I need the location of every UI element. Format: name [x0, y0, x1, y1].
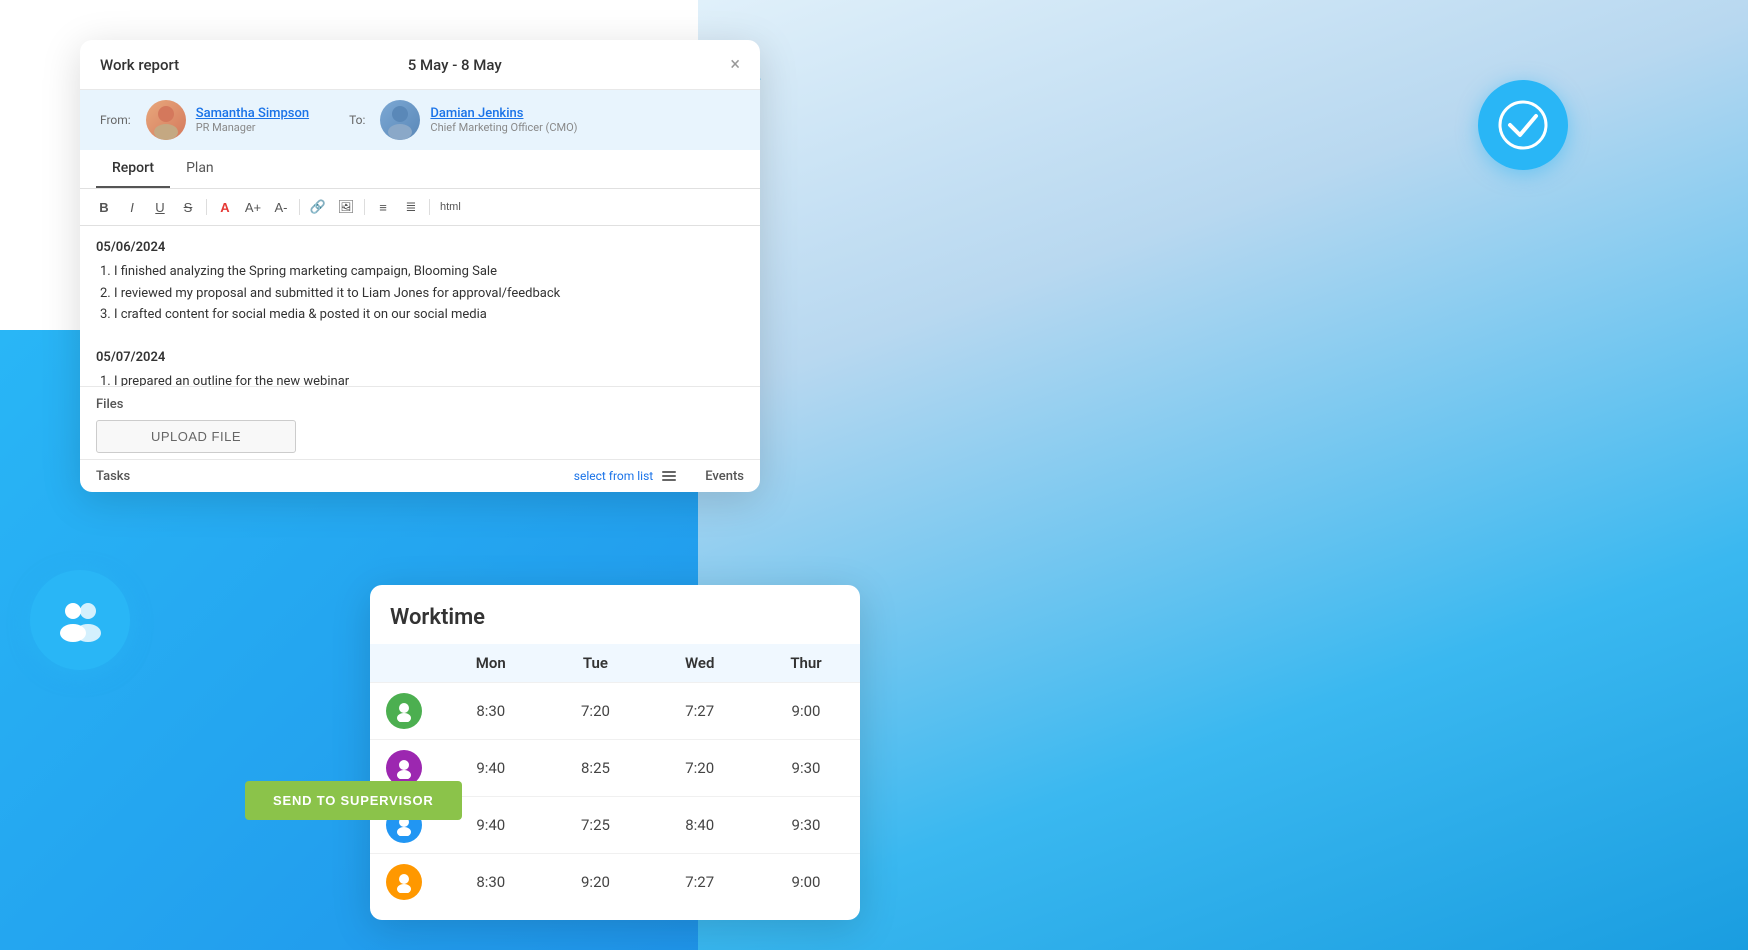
row3-thur: 9:30	[752, 797, 860, 854]
list-icon	[661, 468, 677, 484]
tabs-row: Report Plan	[80, 150, 760, 189]
table-row: 8:30 9:20 7:27 9:00	[370, 854, 860, 911]
sender-role: PR Manager	[196, 121, 309, 134]
team-badge	[30, 570, 130, 670]
worktime-card: Worktime Mon Tue Wed Thur 8:30 7:20 7:27	[370, 585, 860, 920]
table-row: 8:30 7:20 7:27 9:00	[370, 683, 860, 740]
card-header: Work report 5 May - 8 May ×	[80, 40, 760, 90]
col-tue: Tue	[544, 644, 648, 683]
col-thur: Thur	[752, 644, 860, 683]
date-2: 05/07/2024	[96, 348, 744, 369]
row4-wed: 7:27	[647, 854, 752, 911]
row1-avatar	[370, 683, 438, 740]
row4-tue: 9:20	[544, 854, 648, 911]
font-size-up-button[interactable]: A+	[241, 195, 265, 219]
upload-file-button[interactable]: UPLOAD FILE	[96, 420, 296, 453]
send-supervisor-button[interactable]: SEND TO SUPERVISOR	[245, 781, 462, 820]
to-item: To: Damian Jenkins Chief Marketing Offic…	[349, 100, 577, 140]
bold-button[interactable]: B	[92, 195, 116, 219]
close-button[interactable]: ×	[730, 54, 740, 75]
events-label: Events	[705, 469, 744, 484]
files-label: Files	[96, 397, 744, 412]
user-avatar-orange	[386, 864, 422, 900]
row1-tue: 7:20	[544, 683, 648, 740]
row4-mon: 8:30	[438, 854, 544, 911]
font-color-button[interactable]: A	[213, 195, 237, 219]
date-1: 05/06/2024	[96, 238, 744, 259]
work-report-card: Work report 5 May - 8 May × From: Samant…	[80, 40, 760, 492]
worktime-table: Mon Tue Wed Thur 8:30 7:20 7:27 9:00	[370, 644, 860, 910]
recipient-avatar	[380, 100, 420, 140]
date-range: 5 May - 8 May	[408, 56, 502, 74]
unordered-list-button[interactable]: ≣	[399, 195, 423, 219]
toolbar-separator-4	[429, 199, 430, 215]
work-report-title: Work report	[100, 56, 179, 74]
row1-wed: 7:27	[647, 683, 752, 740]
sender-info: Samantha Simpson PR Manager	[196, 106, 309, 134]
recipient-info: Damian Jenkins Chief Marketing Officer (…	[430, 106, 577, 134]
link-button[interactable]: 🔗	[306, 195, 330, 219]
item-1-3: 3. I crafted content for social media & …	[100, 305, 744, 326]
strikethrough-button[interactable]: S	[176, 195, 200, 219]
font-size-down-button[interactable]: A-	[269, 195, 293, 219]
sender-name[interactable]: Samantha Simpson	[196, 106, 309, 121]
item-1-1: 1. I finished analyzing the Spring marke…	[100, 262, 744, 283]
item-1-2: 2. I reviewed my proposal and submitted …	[100, 284, 744, 305]
item-2-1: 1. I prepared an outline for the new web…	[100, 372, 744, 386]
row3-tue: 7:25	[544, 797, 648, 854]
editor-toolbar: B I U S A A+ A- 🔗 🖼 ≡ ≣ html	[80, 189, 760, 226]
recipient-role: Chief Marketing Officer (CMO)	[430, 121, 577, 134]
row3-wed: 8:40	[647, 797, 752, 854]
tasks-row: Tasks select from list Events	[80, 459, 760, 492]
ordered-list-button[interactable]: ≡	[371, 195, 395, 219]
col-mon: Mon	[438, 644, 544, 683]
from-label: From:	[100, 113, 131, 127]
from-to-section: From: Samantha Simpson PR Manager To: Da…	[80, 90, 760, 150]
toolbar-separator-3	[364, 199, 365, 215]
tasks-label: Tasks	[96, 469, 130, 484]
underline-button[interactable]: U	[148, 195, 172, 219]
worktime-title: Worktime	[370, 605, 860, 644]
worktime-header-row: Mon Tue Wed Thur	[370, 644, 860, 683]
row4-thur: 9:00	[752, 854, 860, 911]
col-wed: Wed	[647, 644, 752, 683]
toolbar-separator-1	[206, 199, 207, 215]
row2-thur: 9:30	[752, 740, 860, 797]
tab-plan[interactable]: Plan	[170, 150, 230, 188]
html-button[interactable]: html	[436, 199, 465, 215]
col-avatar	[370, 644, 438, 683]
toolbar-separator-2	[299, 199, 300, 215]
files-section: Files UPLOAD FILE	[80, 386, 760, 459]
select-from-list-link[interactable]: select from list	[574, 469, 653, 483]
row2-wed: 7:20	[647, 740, 752, 797]
tab-report[interactable]: Report	[96, 150, 170, 188]
sender-avatar	[146, 100, 186, 140]
user-avatar-green	[386, 693, 422, 729]
to-label: To:	[349, 113, 365, 127]
row2-tue: 8:25	[544, 740, 648, 797]
editor-content[interactable]: 05/06/2024 1. I finished analyzing the S…	[80, 226, 760, 386]
row1-thur: 9:00	[752, 683, 860, 740]
recipient-name[interactable]: Damian Jenkins	[430, 106, 577, 121]
tasks-right: select from list Events	[574, 468, 744, 484]
image-button[interactable]: 🖼	[334, 195, 358, 219]
from-item: From: Samantha Simpson PR Manager	[100, 100, 309, 140]
row4-avatar	[370, 854, 438, 911]
row1-mon: 8:30	[438, 683, 544, 740]
italic-button[interactable]: I	[120, 195, 144, 219]
check-badge	[1478, 80, 1568, 170]
